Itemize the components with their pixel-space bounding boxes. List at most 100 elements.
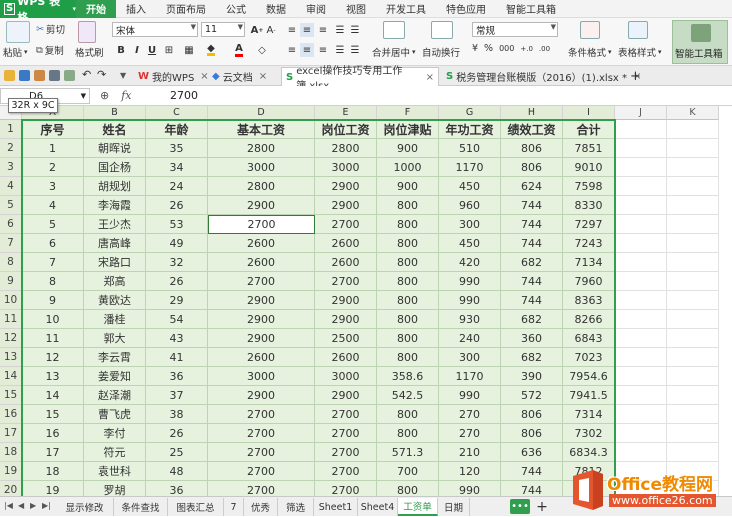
table-cell[interactable]: 2700: [208, 405, 315, 424]
row-header[interactable]: 19: [0, 462, 22, 481]
row-header[interactable]: 7: [0, 234, 22, 253]
table-cell[interactable]: 806: [501, 424, 563, 443]
table-cell[interactable]: 744: [501, 481, 563, 496]
column-header[interactable]: J: [615, 106, 667, 120]
table-cell[interactable]: 12: [22, 348, 84, 367]
table-cell[interactable]: [615, 405, 667, 424]
clear-format-icon[interactable]: ◇: [255, 43, 269, 57]
table-cell[interactable]: 15: [22, 405, 84, 424]
table-cell[interactable]: 390: [501, 367, 563, 386]
table-cell[interactable]: 41: [146, 348, 208, 367]
table-cell[interactable]: 郭大: [84, 329, 146, 348]
table-style-button[interactable]: 表格样式 ▾: [618, 45, 662, 59]
table-cell[interactable]: 990: [439, 272, 501, 291]
table-cell[interactable]: 240: [439, 329, 501, 348]
table-cell[interactable]: [615, 215, 667, 234]
table-cell[interactable]: 2700: [315, 481, 377, 496]
row-header[interactable]: 18: [0, 443, 22, 462]
table-cell[interactable]: 李付: [84, 424, 146, 443]
table-cell[interactable]: 744: [501, 215, 563, 234]
table-cell[interactable]: 43: [146, 329, 208, 348]
table-cell[interactable]: 18: [22, 462, 84, 481]
paste-button[interactable]: 粘贴 ▾: [3, 45, 28, 59]
column-header[interactable]: D: [208, 106, 315, 120]
menu-item[interactable]: 智能工具箱: [496, 0, 566, 18]
table-cell[interactable]: 2600: [315, 348, 377, 367]
print-preview-icon[interactable]: [64, 70, 75, 81]
table-cell[interactable]: 800: [377, 310, 439, 329]
table-cell[interactable]: [615, 291, 667, 310]
indent-icon[interactable]: ☰: [333, 23, 347, 37]
table-cell[interactable]: 572: [501, 386, 563, 405]
table-cell[interactable]: 9010: [563, 158, 615, 177]
cut-button[interactable]: ✂ 剪切: [36, 22, 65, 37]
italic-button[interactable]: I: [130, 43, 144, 57]
table-cell[interactable]: 800: [377, 196, 439, 215]
table-cell[interactable]: 3000: [208, 158, 315, 177]
table-cell[interactable]: 54: [146, 310, 208, 329]
table-cell[interactable]: 李云霄: [84, 348, 146, 367]
table-cell[interactable]: 120: [439, 462, 501, 481]
bold-button[interactable]: B: [114, 43, 128, 57]
table-cell[interactable]: 2700: [208, 424, 315, 443]
table-cell[interactable]: 930: [439, 310, 501, 329]
table-cell[interactable]: 682: [501, 310, 563, 329]
table-cell[interactable]: 26: [146, 424, 208, 443]
table-cell[interactable]: 2600: [315, 253, 377, 272]
row-header[interactable]: 9: [0, 272, 22, 291]
menu-item[interactable]: 开始: [76, 0, 116, 18]
table-cell[interactable]: [615, 424, 667, 443]
table-header-cell[interactable]: 合计: [563, 120, 615, 139]
table-cell[interactable]: 唐高峰: [84, 234, 146, 253]
table-cell[interactable]: 26: [146, 196, 208, 215]
save-icon[interactable]: [19, 70, 30, 81]
table-header-cell[interactable]: 岗位工资: [315, 120, 377, 139]
table-cell[interactable]: 2900: [315, 196, 377, 215]
table-cell[interactable]: 2700: [315, 405, 377, 424]
table-cell[interactable]: 8330: [563, 196, 615, 215]
table-cell[interactable]: 24: [146, 177, 208, 196]
table-cell[interactable]: 19: [22, 481, 84, 496]
table-cell[interactable]: 宋路口: [84, 253, 146, 272]
table-cell[interactable]: 2700: [208, 462, 315, 481]
table-cell[interactable]: 682: [501, 348, 563, 367]
table-header-cell[interactable]: 年功工资: [439, 120, 501, 139]
table-cell[interactable]: [667, 443, 719, 462]
table-cell[interactable]: [667, 310, 719, 329]
table-cell[interactable]: 朝晖说: [84, 139, 146, 158]
distributed-icon[interactable]: ☰: [348, 43, 362, 57]
row-header[interactable]: 17: [0, 424, 22, 443]
table-cell[interactable]: [667, 196, 719, 215]
table-cell[interactable]: 542.5: [377, 386, 439, 405]
table-cell[interactable]: [667, 139, 719, 158]
menu-item[interactable]: 特色应用: [436, 0, 496, 18]
table-cell[interactable]: 800: [377, 291, 439, 310]
table-cell[interactable]: 37: [146, 386, 208, 405]
table-cell[interactable]: 7302: [563, 424, 615, 443]
table-cell[interactable]: 636: [501, 443, 563, 462]
percent-button[interactable]: %: [484, 43, 493, 54]
table-cell[interactable]: 2700: [315, 462, 377, 481]
add-sheet-button[interactable]: +: [533, 498, 551, 516]
column-header[interactable]: B: [84, 106, 146, 120]
decrease-decimal-button[interactable]: .00: [539, 45, 550, 53]
table-cell[interactable]: [615, 158, 667, 177]
table-cell[interactable]: 2700: [315, 443, 377, 462]
format-painter-icon[interactable]: [78, 21, 96, 43]
sheet-tab[interactable]: 图表汇总: [168, 498, 224, 516]
table-cell[interactable]: 744: [501, 272, 563, 291]
underline-button[interactable]: U: [145, 43, 159, 57]
table-cell[interactable]: 7243: [563, 234, 615, 253]
table-cell[interactable]: 8266: [563, 310, 615, 329]
tab-tax-ledger[interactable]: S 税务管理台账模版（2016）(1).xlsx * ×: [442, 67, 645, 86]
table-cell[interactable]: 17: [22, 443, 84, 462]
table-cell[interactable]: 7134: [563, 253, 615, 272]
menu-item[interactable]: 数据: [256, 0, 296, 18]
border-icon[interactable]: ⊞: [162, 43, 176, 57]
table-cell[interactable]: 358.6: [377, 367, 439, 386]
table-cell[interactable]: 32: [146, 253, 208, 272]
table-cell[interactable]: 7314: [563, 405, 615, 424]
table-cell[interactable]: 袁世科: [84, 462, 146, 481]
table-cell[interactable]: [667, 272, 719, 291]
font-color-button[interactable]: A: [232, 43, 246, 57]
